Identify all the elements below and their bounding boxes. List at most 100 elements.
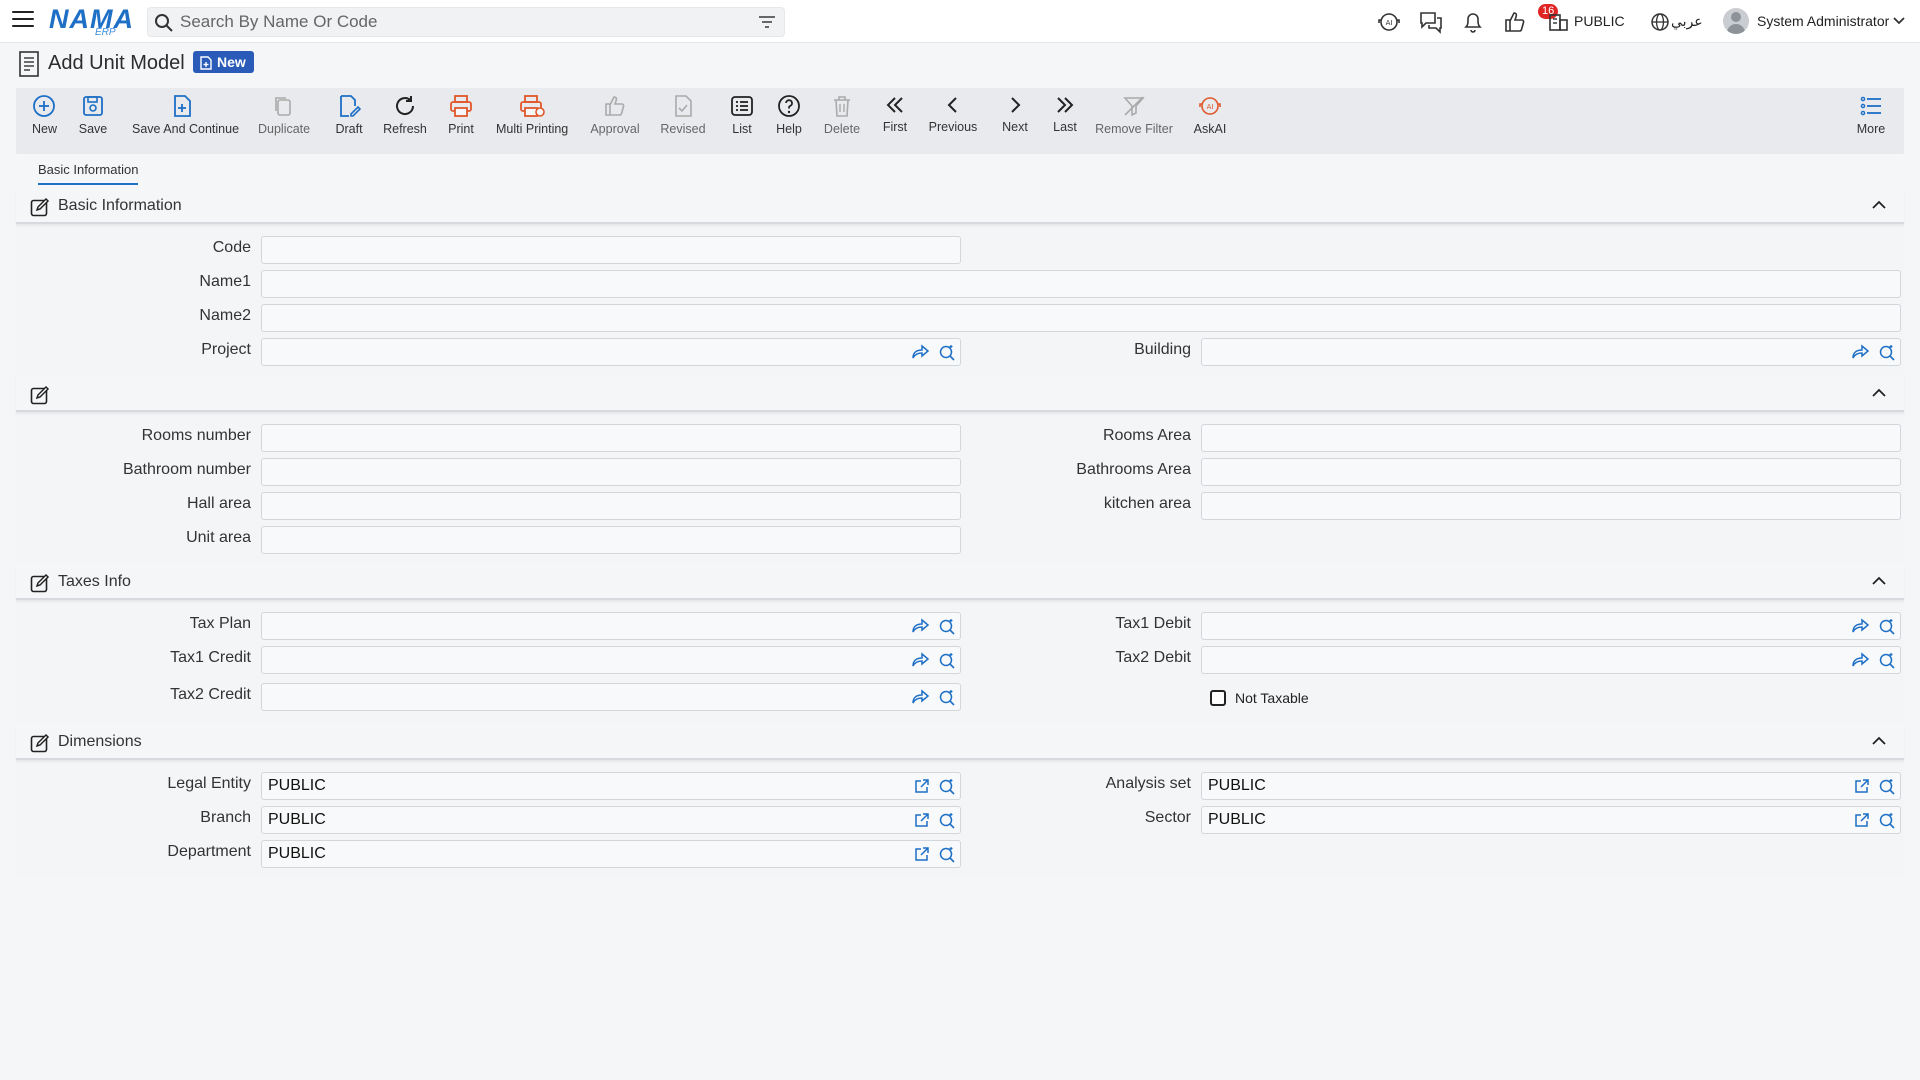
remove-filter-button[interactable]: Remove Filter [1094, 94, 1174, 136]
next-button[interactable]: Next [1000, 94, 1030, 134]
lookup-search-icon[interactable] [1878, 618, 1896, 636]
print-button[interactable]: Print [446, 94, 476, 136]
tax1-credit-field[interactable] [261, 646, 961, 674]
lookup-search-icon[interactable] [938, 618, 956, 636]
code-field[interactable] [261, 236, 961, 264]
name2-field[interactable] [261, 304, 1901, 332]
lookup-search-icon[interactable] [938, 652, 956, 670]
tab-basic-information[interactable]: Basic Information [38, 162, 139, 185]
lookup-search-icon[interactable] [938, 846, 956, 864]
tax1-debit-field[interactable] [1201, 612, 1901, 640]
not-taxable-checkbox[interactable] [1210, 690, 1226, 706]
analysis-set-field[interactable]: PUBLIC [1201, 772, 1901, 800]
logo-text: NAMA [49, 4, 134, 34]
name1-field[interactable] [261, 270, 1901, 298]
company-icon[interactable] [1546, 9, 1572, 35]
language-switch[interactable]: عربي [1671, 13, 1703, 30]
kitchen-area-field[interactable] [1201, 492, 1901, 520]
new-doc-icon [200, 56, 212, 70]
tax2-credit-field[interactable] [261, 683, 961, 711]
legal-entity-field[interactable]: PUBLIC [261, 772, 961, 800]
section-header[interactable]: Dimensions [16, 724, 1904, 760]
chevron-up-icon[interactable] [1872, 388, 1886, 397]
ai-assistant-icon[interactable]: AI [1376, 9, 1402, 35]
filter-icon[interactable] [758, 15, 776, 29]
refresh-label: Refresh [383, 122, 427, 136]
double-chevron-left-icon [886, 97, 903, 113]
avatar[interactable] [1723, 8, 1749, 34]
help-button[interactable]: Help [774, 94, 804, 136]
lookup-search-icon[interactable] [938, 778, 956, 796]
rooms-area-field[interactable] [1201, 424, 1901, 452]
share-icon[interactable] [912, 689, 930, 705]
approvals-icon[interactable] [1502, 9, 1528, 35]
sector-field[interactable]: PUBLIC [1201, 806, 1901, 834]
lookup-search-icon[interactable] [1878, 652, 1896, 670]
askai-button[interactable]: AI AskAI [1192, 94, 1228, 136]
user-name[interactable]: System Administrator [1757, 13, 1889, 29]
globe-icon[interactable] [1647, 9, 1673, 35]
revised-icon [675, 95, 692, 117]
refresh-button[interactable]: Refresh [380, 94, 430, 136]
print-label: Print [448, 122, 474, 136]
save-and-continue-button[interactable]: Save And Continue [132, 94, 239, 136]
branch-field[interactable]: PUBLIC [261, 806, 961, 834]
tax2-debit-field[interactable] [1201, 646, 1901, 674]
revised-button[interactable]: Revised [658, 94, 708, 136]
lookup-search-icon[interactable] [1878, 812, 1896, 830]
approval-button[interactable]: Approval [590, 94, 640, 136]
chevron-down-icon[interactable] [1893, 17, 1905, 25]
external-link-icon[interactable] [914, 778, 930, 794]
chat-icon[interactable] [1418, 9, 1444, 35]
multi-printing-button[interactable]: Multi Printing [496, 94, 568, 136]
external-link-icon[interactable] [1854, 812, 1870, 828]
hall-area-field[interactable] [261, 492, 961, 520]
share-icon[interactable] [912, 652, 930, 668]
project-field[interactable] [261, 338, 961, 366]
unit-area-field[interactable] [261, 526, 961, 554]
logo[interactable]: NAMA ERP [49, 4, 134, 38]
external-link-icon[interactable] [1854, 778, 1870, 794]
first-label: First [882, 120, 908, 134]
chevron-up-icon[interactable] [1872, 200, 1886, 209]
delete-button[interactable]: Delete [822, 94, 862, 136]
draft-button[interactable]: Draft [332, 94, 366, 136]
bathrooms-area-field[interactable] [1201, 458, 1901, 486]
section-header[interactable]: Basic Information [16, 188, 1904, 224]
share-icon[interactable] [1852, 618, 1870, 634]
list-button[interactable]: List [728, 94, 756, 136]
external-link-icon[interactable] [914, 846, 930, 862]
chevron-up-icon[interactable] [1872, 576, 1886, 585]
external-link-icon[interactable] [914, 812, 930, 828]
section-header[interactable] [16, 376, 1904, 412]
company-name[interactable]: PUBLIC [1574, 13, 1625, 29]
rooms-number-field[interactable] [261, 424, 961, 452]
lookup-search-icon[interactable] [1878, 344, 1896, 362]
bell-icon[interactable] [1460, 9, 1486, 35]
duplicate-button[interactable]: Duplicate [258, 94, 310, 136]
share-icon[interactable] [912, 618, 930, 634]
chevron-up-icon[interactable] [1872, 736, 1886, 745]
first-button[interactable]: First [880, 94, 910, 134]
share-icon[interactable] [1852, 652, 1870, 668]
last-button[interactable]: Last [1050, 94, 1080, 134]
building-field[interactable] [1201, 338, 1901, 366]
more-button[interactable]: More [1856, 94, 1886, 136]
save-button[interactable]: Save [78, 94, 108, 136]
lookup-search-icon[interactable] [1878, 778, 1896, 796]
section-header[interactable]: Taxes Info [16, 564, 1904, 600]
kitchen-area-label: kitchen area [1103, 495, 1191, 512]
department-field[interactable]: PUBLIC [261, 840, 961, 868]
legal-entity-value: PUBLIC [268, 777, 326, 794]
share-icon[interactable] [1852, 344, 1870, 360]
lookup-search-icon[interactable] [938, 689, 956, 707]
lookup-search-icon[interactable] [938, 812, 956, 830]
tax-plan-field[interactable] [261, 612, 961, 640]
bathroom-number-field[interactable] [261, 458, 961, 486]
menu-icon[interactable] [12, 11, 34, 31]
search-input[interactable] [180, 12, 740, 32]
new-button[interactable]: New [32, 94, 57, 136]
share-icon[interactable] [912, 344, 930, 360]
lookup-search-icon[interactable] [938, 344, 956, 362]
previous-button[interactable]: Previous [926, 94, 980, 134]
